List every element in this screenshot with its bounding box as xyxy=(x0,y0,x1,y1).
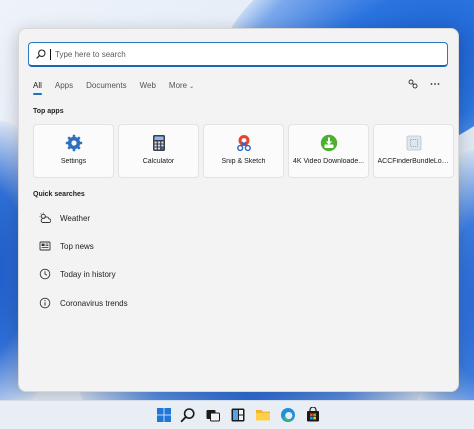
tab-more[interactable]: More ⌄ xyxy=(169,80,194,94)
quick-search-label: Weather xyxy=(60,213,91,223)
app-tile-snip-sketch[interactable]: Snip & Sketch xyxy=(203,124,284,178)
search-box[interactable] xyxy=(28,42,448,67)
tab-web[interactable]: Web xyxy=(140,80,156,94)
store-icon[interactable] xyxy=(305,407,321,423)
app-tile-accfinderbundleloader[interactable]: ACCFinderBundleLoa... xyxy=(373,124,454,178)
search-input[interactable] xyxy=(55,49,435,59)
app-tile-calculator[interactable]: Calculator xyxy=(118,124,199,178)
news-icon xyxy=(39,241,51,251)
chevron-down-icon: ⌄ xyxy=(189,84,195,90)
ellipsis-icon[interactable] xyxy=(430,79,440,89)
quick-search-weather[interactable]: Weather xyxy=(39,212,90,224)
top-apps-heading: Top apps xyxy=(33,108,64,115)
search-icon xyxy=(36,49,46,59)
calculator-icon xyxy=(152,135,165,151)
tab-all[interactable]: All xyxy=(33,80,42,95)
clock-icon xyxy=(39,268,51,280)
snip-sketch-icon xyxy=(236,135,251,152)
tab-apps[interactable]: Apps xyxy=(55,80,73,94)
connected-devices-icon[interactable] xyxy=(408,79,418,89)
quick-search-top-news[interactable]: Top news xyxy=(39,240,94,252)
app-tile-4k-video-downloader[interactable]: 4K Video Downloade... xyxy=(288,124,369,178)
search-panel: All Apps Documents Web More⌄ Top apps xyxy=(18,28,459,392)
text-caret xyxy=(50,48,51,60)
widgets-icon[interactable] xyxy=(230,407,246,423)
quick-searches-heading: Quick searches xyxy=(33,191,85,198)
start-icon[interactable] xyxy=(156,407,172,423)
edge-icon[interactable] xyxy=(280,407,296,423)
quick-search-label: Coronavirus trends xyxy=(60,298,128,308)
app-label: ACCFinderBundleLoa... xyxy=(377,158,450,165)
tab-documents[interactable]: Documents xyxy=(86,80,126,94)
info-icon xyxy=(39,297,51,309)
file-explorer-icon[interactable] xyxy=(255,407,271,423)
quick-search-label: Today in history xyxy=(60,269,116,279)
app-label: Settings xyxy=(60,158,87,165)
weather-icon xyxy=(39,212,51,223)
video-downloader-icon xyxy=(320,134,337,152)
settings-gear-icon xyxy=(65,134,82,152)
app-label: Snip & Sketch xyxy=(221,158,266,165)
quick-search-label: Top news xyxy=(60,241,94,251)
app-tile-settings[interactable]: Settings xyxy=(33,124,114,178)
quick-search-coronavirus-trends[interactable]: Coronavirus trends xyxy=(39,297,128,309)
top-apps-list: Settings Calculator Snip & Sketch 4K Vid… xyxy=(33,124,454,178)
app-placeholder-icon xyxy=(406,135,421,151)
taskbar xyxy=(0,400,474,429)
task-view-icon[interactable] xyxy=(205,407,221,423)
search-icon[interactable] xyxy=(180,407,196,423)
app-label: Calculator xyxy=(142,158,175,165)
quick-search-today-in-history[interactable]: Today in history xyxy=(39,268,116,280)
filter-tabs: All Apps Documents Web More ⌄ xyxy=(33,80,207,95)
app-label: 4K Video Downloade... xyxy=(292,158,365,165)
